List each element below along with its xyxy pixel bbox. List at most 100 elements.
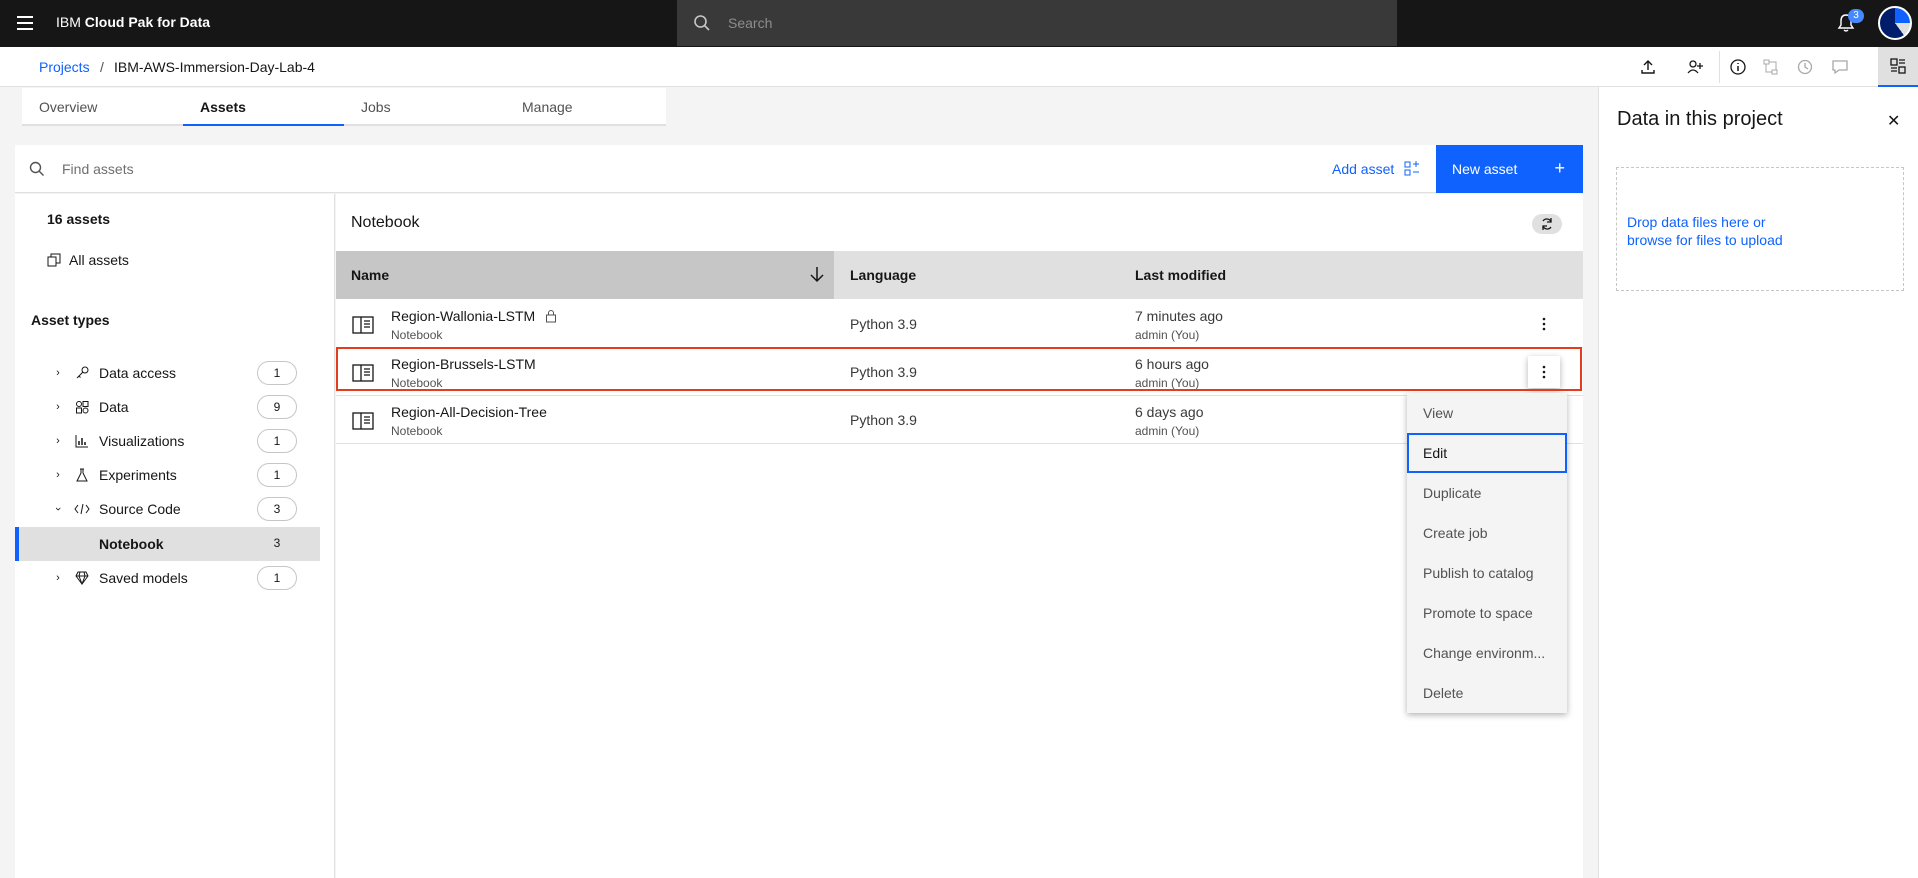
notebook-panel: Notebook Name Language Last modified Reg…: [336, 194, 1583, 878]
sidebar-item-visualizations[interactable]: › Visualizations 1: [15, 424, 320, 458]
chevron-down-icon[interactable]: ›: [51, 502, 65, 516]
find-assets-input[interactable]: Find assets: [62, 161, 134, 177]
comment-icon[interactable]: [1829, 56, 1851, 78]
sidebar-item-data-access[interactable]: › Data access 1: [15, 356, 320, 390]
table-row[interactable]: Region-Wallonia-LSTM Notebook Python 3.9…: [336, 300, 1583, 348]
tab-assets[interactable]: Assets: [183, 88, 344, 126]
sidebar-item-label: Source Code: [99, 501, 181, 517]
notebook-modified-by: admin (You): [1135, 328, 1200, 342]
data-panel-toggle[interactable]: [1878, 47, 1918, 87]
global-search[interactable]: Search: [677, 0, 1397, 46]
top-header: IBM Cloud Pak for Data Search 3: [0, 0, 1918, 47]
lock-icon: [546, 310, 557, 323]
refresh-icon: [1542, 218, 1552, 230]
notification-count-badge: 3: [1848, 9, 1864, 23]
menu-item-promote-to-space[interactable]: Promote to space: [1407, 593, 1567, 633]
flow-icon[interactable]: [1760, 56, 1782, 78]
sidebar-item-label: Saved models: [99, 570, 188, 586]
chevron-right-icon[interactable]: ›: [51, 571, 65, 585]
overflow-menu-icon[interactable]: [1528, 356, 1560, 388]
upload-icon[interactable]: [1637, 56, 1659, 78]
drop-zone-text: Drop data files here or: [1627, 214, 1766, 230]
tab-jobs[interactable]: Jobs: [344, 88, 505, 126]
sidebar-item-experiments[interactable]: › Experiments 1: [15, 458, 320, 492]
table-header: Name Language Last modified: [336, 251, 1583, 299]
column-header-language[interactable]: Language: [850, 267, 916, 283]
search-icon: [694, 15, 710, 31]
menu-item-create-job[interactable]: Create job: [1407, 513, 1567, 553]
notebook-type: Notebook: [391, 328, 443, 342]
menu-item-edit[interactable]: Edit: [1407, 433, 1567, 473]
sidebar-item-label: Data access: [99, 365, 177, 381]
sidebar-item-source-code[interactable]: › Source Code 3: [15, 492, 320, 526]
panel-title: Data in this project: [1617, 108, 1783, 130]
notebook-name: Region-All-Decision-Tree: [391, 404, 547, 420]
notebook-modified: 7 minutes ago: [1135, 308, 1223, 324]
column-label: Name: [351, 267, 390, 283]
notebook-name: Region-Brussels-LSTM: [391, 356, 536, 372]
sidebar-item-label: Visualizations: [99, 433, 185, 449]
sidebar-item-label: Experiments: [99, 467, 177, 483]
overflow-menu-icon[interactable]: [1528, 308, 1560, 340]
menu-item-view[interactable]: View: [1407, 393, 1567, 433]
history-icon[interactable]: [1794, 56, 1816, 78]
menu-item-delete[interactable]: Delete: [1407, 673, 1567, 713]
refresh-button[interactable]: [1532, 214, 1562, 234]
search-placeholder: Search: [728, 15, 773, 31]
notebook-name-link[interactable]: Region-Wallonia-LSTM: [391, 308, 557, 324]
sidebar-item-data[interactable]: › Data 9: [15, 390, 320, 424]
file-drop-zone[interactable]: Drop data files here or browse for files…: [1616, 167, 1904, 291]
sort-descending-icon[interactable]: [808, 264, 826, 284]
sidebar-item-notebook[interactable]: Notebook 3: [15, 527, 320, 561]
breadcrumb-projects-link[interactable]: Projects: [39, 59, 90, 75]
tab-manage[interactable]: Manage: [505, 88, 666, 126]
count-badge: 1: [257, 566, 297, 590]
count-badge: 1: [257, 361, 297, 385]
breadcrumb-separator: /: [100, 59, 104, 75]
menu-item-change-environment[interactable]: Change environm...: [1407, 633, 1567, 673]
sidebar-item-label: Data: [99, 399, 129, 415]
panel-title: Notebook: [351, 214, 420, 231]
notebook-name-link[interactable]: Region-All-Decision-Tree: [391, 404, 547, 420]
notebook-name-link[interactable]: Region-Brussels-LSTM: [391, 356, 536, 372]
notebook-icon: [352, 412, 374, 430]
notebook-modified: 6 days ago: [1135, 404, 1204, 420]
project-tabs: Overview Assets Jobs Manage: [22, 88, 666, 126]
tab-label: Manage: [522, 99, 573, 115]
chevron-right-icon[interactable]: ›: [51, 434, 65, 448]
tab-overview[interactable]: Overview: [22, 88, 183, 126]
info-icon[interactable]: [1727, 56, 1749, 78]
count-badge: 1: [257, 463, 297, 487]
close-icon[interactable]: ✕: [1887, 111, 1900, 131]
asset-toolbar: Find assets Add asset New asset +: [15, 145, 1583, 193]
menu-item-publish-to-catalog[interactable]: Publish to catalog: [1407, 553, 1567, 593]
all-assets-link[interactable]: All assets: [47, 252, 129, 268]
chevron-right-icon[interactable]: ›: [51, 366, 65, 380]
chevron-right-icon[interactable]: ›: [51, 468, 65, 482]
count-badge: 1: [257, 429, 297, 453]
breadcrumb-current-project: IBM-AWS-Immersion-Day-Lab-4: [114, 59, 315, 75]
browse-files-link[interactable]: browse for files to upload: [1627, 231, 1893, 249]
chart-icon: [74, 433, 90, 449]
menu-item-duplicate[interactable]: Duplicate: [1407, 473, 1567, 513]
row-overflow-menu: View Edit Duplicate Create job Publish t…: [1407, 393, 1567, 713]
add-asset-button[interactable]: Add asset: [1332, 161, 1420, 177]
add-collaborator-icon[interactable]: [1684, 56, 1706, 78]
column-header-last-modified[interactable]: Last modified: [1135, 267, 1226, 283]
column-header-name[interactable]: Name: [336, 251, 834, 299]
table-row[interactable]: Region-Brussels-LSTM Notebook Python 3.9…: [336, 348, 1583, 396]
sidebar-item-saved-models[interactable]: › Saved models 1: [15, 561, 320, 595]
code-icon: [74, 501, 90, 517]
menu-icon[interactable]: [10, 8, 40, 38]
user-avatar[interactable]: [1878, 6, 1912, 40]
new-asset-button[interactable]: New asset +: [1436, 145, 1583, 193]
product-name[interactable]: IBM Cloud Pak for Data: [56, 14, 210, 30]
all-assets-label: All assets: [69, 252, 129, 268]
brand-prefix: IBM: [56, 14, 81, 30]
brand-name: Cloud Pak for Data: [84, 14, 211, 30]
table-row[interactable]: Region-All-Decision-Tree Notebook Python…: [336, 396, 1583, 444]
asset-types-sidebar: 16 assets All assets Asset types › Data …: [15, 194, 335, 878]
chevron-right-icon[interactable]: ›: [51, 400, 65, 414]
notebook-name: Region-Wallonia-LSTM: [391, 308, 536, 324]
notebook-icon: [352, 316, 374, 334]
